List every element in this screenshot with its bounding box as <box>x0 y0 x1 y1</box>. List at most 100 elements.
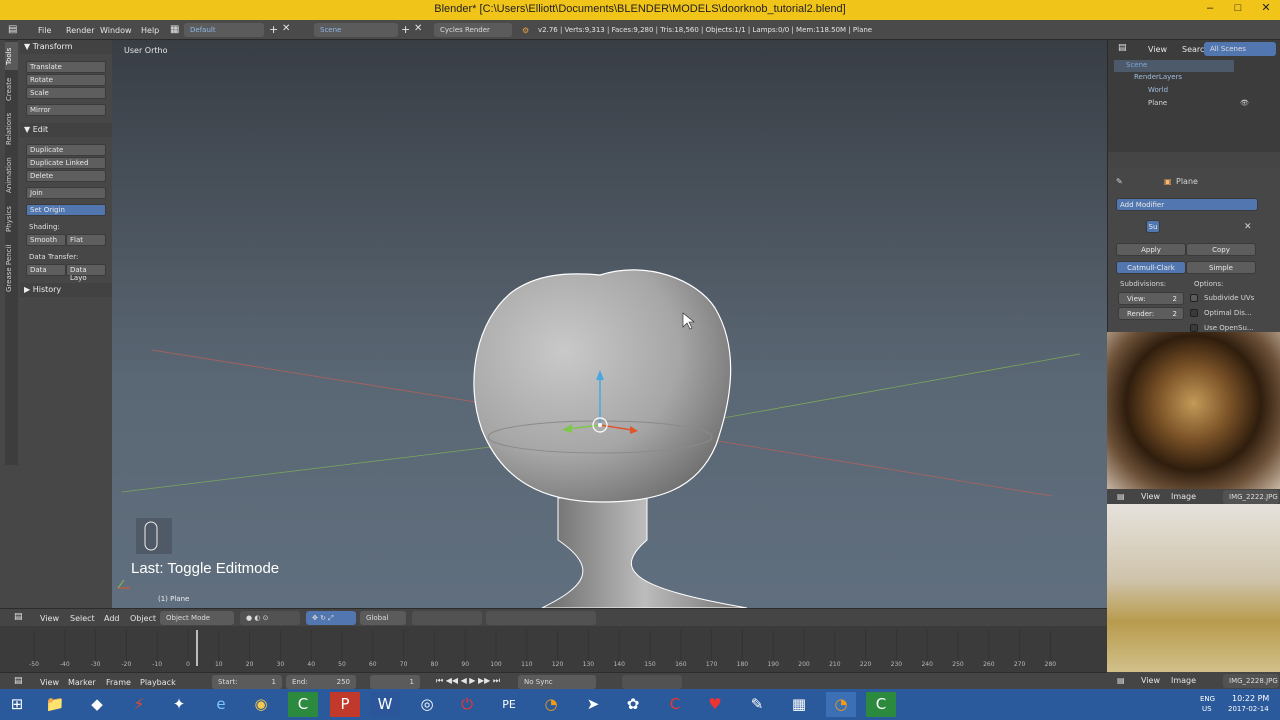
blender-app-icon[interactable]: ◔ <box>536 692 566 717</box>
join-button[interactable]: Join <box>26 187 106 199</box>
duplicate-button[interactable]: Duplicate <box>26 144 106 156</box>
end-value[interactable]: 250 <box>337 678 350 686</box>
set-origin-dropdown[interactable]: Set Origin <box>26 204 106 216</box>
img1-view-menu[interactable]: View <box>1141 492 1160 501</box>
app-icon-1[interactable]: ◆ <box>82 692 112 717</box>
outliner-display-mode[interactable]: All Scenes <box>1204 42 1276 56</box>
flat-button[interactable]: Flat <box>66 234 106 246</box>
img2-file-field[interactable]: IMG_2228.JPG <box>1223 674 1279 688</box>
keying-set-field[interactable] <box>622 675 682 689</box>
add-scene-icon[interactable]: + <box>401 23 410 36</box>
outliner-item-world[interactable]: World <box>1148 86 1168 94</box>
data-layout-button[interactable]: Data Layo <box>66 264 106 282</box>
vp-menu-add[interactable]: Add <box>104 614 120 623</box>
copy-button[interactable]: Copy <box>1186 243 1256 256</box>
orientation-selector[interactable]: Global <box>360 611 406 625</box>
maximize-button[interactable]: □ <box>1224 1 1252 17</box>
outliner-item-renderlayers[interactable]: RenderLayers <box>1134 73 1182 81</box>
start-value[interactable]: 1 <box>272 678 276 686</box>
3d-viewport[interactable]: User Ortho Last: Toggle Editmode (1) Pla… <box>112 40 1107 608</box>
power-app-icon[interactable]: ⏻ <box>452 692 482 717</box>
img2-image-menu[interactable]: Image <box>1171 676 1196 685</box>
outliner-item-scene[interactable]: Scene <box>1114 60 1234 72</box>
tab-physics[interactable]: Physics <box>5 200 18 238</box>
pin-icon[interactable]: ✎ <box>1116 177 1123 186</box>
img1-file-field[interactable]: IMG_2222.JPG <box>1223 490 1279 504</box>
image-editor-icon-1[interactable]: ▤ <box>1117 492 1125 501</box>
tl-menu-view[interactable]: View <box>40 678 59 687</box>
rotate-button[interactable]: Rotate <box>26 74 106 86</box>
outliner-item-plane[interactable]: Plane <box>1148 99 1167 107</box>
apply-button[interactable]: Apply <box>1116 243 1186 256</box>
delete-button[interactable]: Delete <box>26 170 106 182</box>
vp-menu-view[interactable]: View <box>40 614 59 623</box>
add-modifier-dropdown[interactable]: Add Modifier <box>1116 198 1258 211</box>
layer-buttons[interactable] <box>412 611 482 625</box>
smooth-button[interactable]: Smooth <box>26 234 66 246</box>
scale-button[interactable]: Scale <box>26 87 106 99</box>
tl-menu-marker[interactable]: Marker <box>68 678 96 687</box>
app-icon-6[interactable]: C <box>660 692 690 717</box>
app-icon-7[interactable]: ✎ <box>742 692 772 717</box>
img1-image-menu[interactable]: Image <box>1171 492 1196 501</box>
tab-relations[interactable]: Relations <box>5 108 18 150</box>
windows-start-icon[interactable]: ⊞ <box>2 692 32 717</box>
mirror-button[interactable]: Mirror <box>26 104 106 116</box>
chrome-icon[interactable]: ◉ <box>246 692 276 717</box>
tab-animation[interactable]: Animation <box>5 152 18 198</box>
remove-scene-icon[interactable]: ✕ <box>414 23 422 34</box>
camtasia-icon[interactable]: C <box>288 692 318 717</box>
remove-modifier-icon[interactable]: ✕ <box>1244 222 1252 232</box>
word-icon[interactable]: W <box>370 692 400 717</box>
translate-button[interactable]: Translate <box>26 61 106 73</box>
add-layout-icon[interactable]: + <box>269 23 278 36</box>
vp-menu-select[interactable]: Select <box>70 614 95 623</box>
mode-selector[interactable]: Object Mode <box>160 611 234 625</box>
scene-selector[interactable]: Scene <box>314 23 398 37</box>
simple-button[interactable]: Simple <box>1186 261 1256 274</box>
layout-selector[interactable]: Default <box>184 23 264 37</box>
app-icon-5[interactable]: ✿ <box>618 692 648 717</box>
menu-file[interactable]: File <box>38 26 51 35</box>
tab-tools[interactable]: Tools <box>5 42 18 70</box>
menu-help[interactable]: Help <box>141 26 159 35</box>
clock-time[interactable]: 10:22 PM <box>1232 694 1269 703</box>
timeline[interactable]: -50 -40 -30 -20 -10 0 10 20 30 40 50 60 70 80 90 100 110… <box>0 626 1107 672</box>
catmull-clark-button[interactable]: Catmull-Clark <box>1116 261 1186 274</box>
view-levels-value[interactable]: 2 <box>1173 295 1177 303</box>
remove-layout-icon[interactable]: ✕ <box>282 23 290 34</box>
blender-active-icon[interactable]: ◔ <box>826 692 856 717</box>
minimize-button[interactable]: – <box>1196 1 1224 17</box>
file-explorer-icon[interactable]: 📁 <box>40 692 70 717</box>
powerpoint-icon[interactable]: P <box>330 692 360 717</box>
optimal-display-checkbox[interactable] <box>1190 309 1198 317</box>
layout-icon[interactable]: ▦ <box>170 24 179 35</box>
outliner-view-menu[interactable]: View <box>1148 45 1167 54</box>
panel-transform-header[interactable]: ▼ Transform <box>20 40 112 54</box>
visibility-eye-icon[interactable]: 👁 <box>1240 99 1249 107</box>
ie-icon[interactable]: e <box>206 692 236 717</box>
render-engine-selector[interactable]: Cycles Render <box>434 23 512 37</box>
shading-buttons[interactable]: ● ◐ ⊙ <box>240 611 300 625</box>
image-editor-icon-2[interactable]: ▤ <box>1117 676 1125 685</box>
duplicate-linked-button[interactable]: Duplicate Linked <box>26 157 106 169</box>
use-opensubdiv-checkbox[interactable] <box>1190 324 1198 332</box>
tab-create[interactable]: Create <box>5 72 18 106</box>
tl-menu-frame[interactable]: Frame <box>106 678 131 687</box>
acrobat-icon[interactable]: ⚡ <box>124 692 154 717</box>
timeline-editor-icon[interactable]: ▤ <box>14 676 23 686</box>
playback-controls[interactable]: ⏮ ◀◀ ◀ ▶ ▶▶ ⏭ <box>436 676 500 686</box>
menu-window[interactable]: Window <box>100 26 132 35</box>
modifier-name-field[interactable]: Su <box>1146 220 1160 233</box>
app-icon-4[interactable]: ➤ <box>578 692 608 717</box>
properties-tabs[interactable] <box>1108 152 1280 168</box>
app-icon-2[interactable]: ✦ <box>164 692 194 717</box>
tl-menu-playback[interactable]: Playback <box>140 678 176 687</box>
data-button[interactable]: Data <box>26 264 66 276</box>
close-button[interactable]: ✕ <box>1252 1 1280 17</box>
panel-edit-header[interactable]: ▼ Edit <box>20 123 112 137</box>
camtasia-active-icon[interactable]: C <box>866 692 896 717</box>
editor-type-icon[interactable]: ▤ <box>8 24 17 35</box>
app-icon-3[interactable]: ◎ <box>412 692 442 717</box>
heart-app-icon[interactable]: ♥ <box>700 692 730 717</box>
